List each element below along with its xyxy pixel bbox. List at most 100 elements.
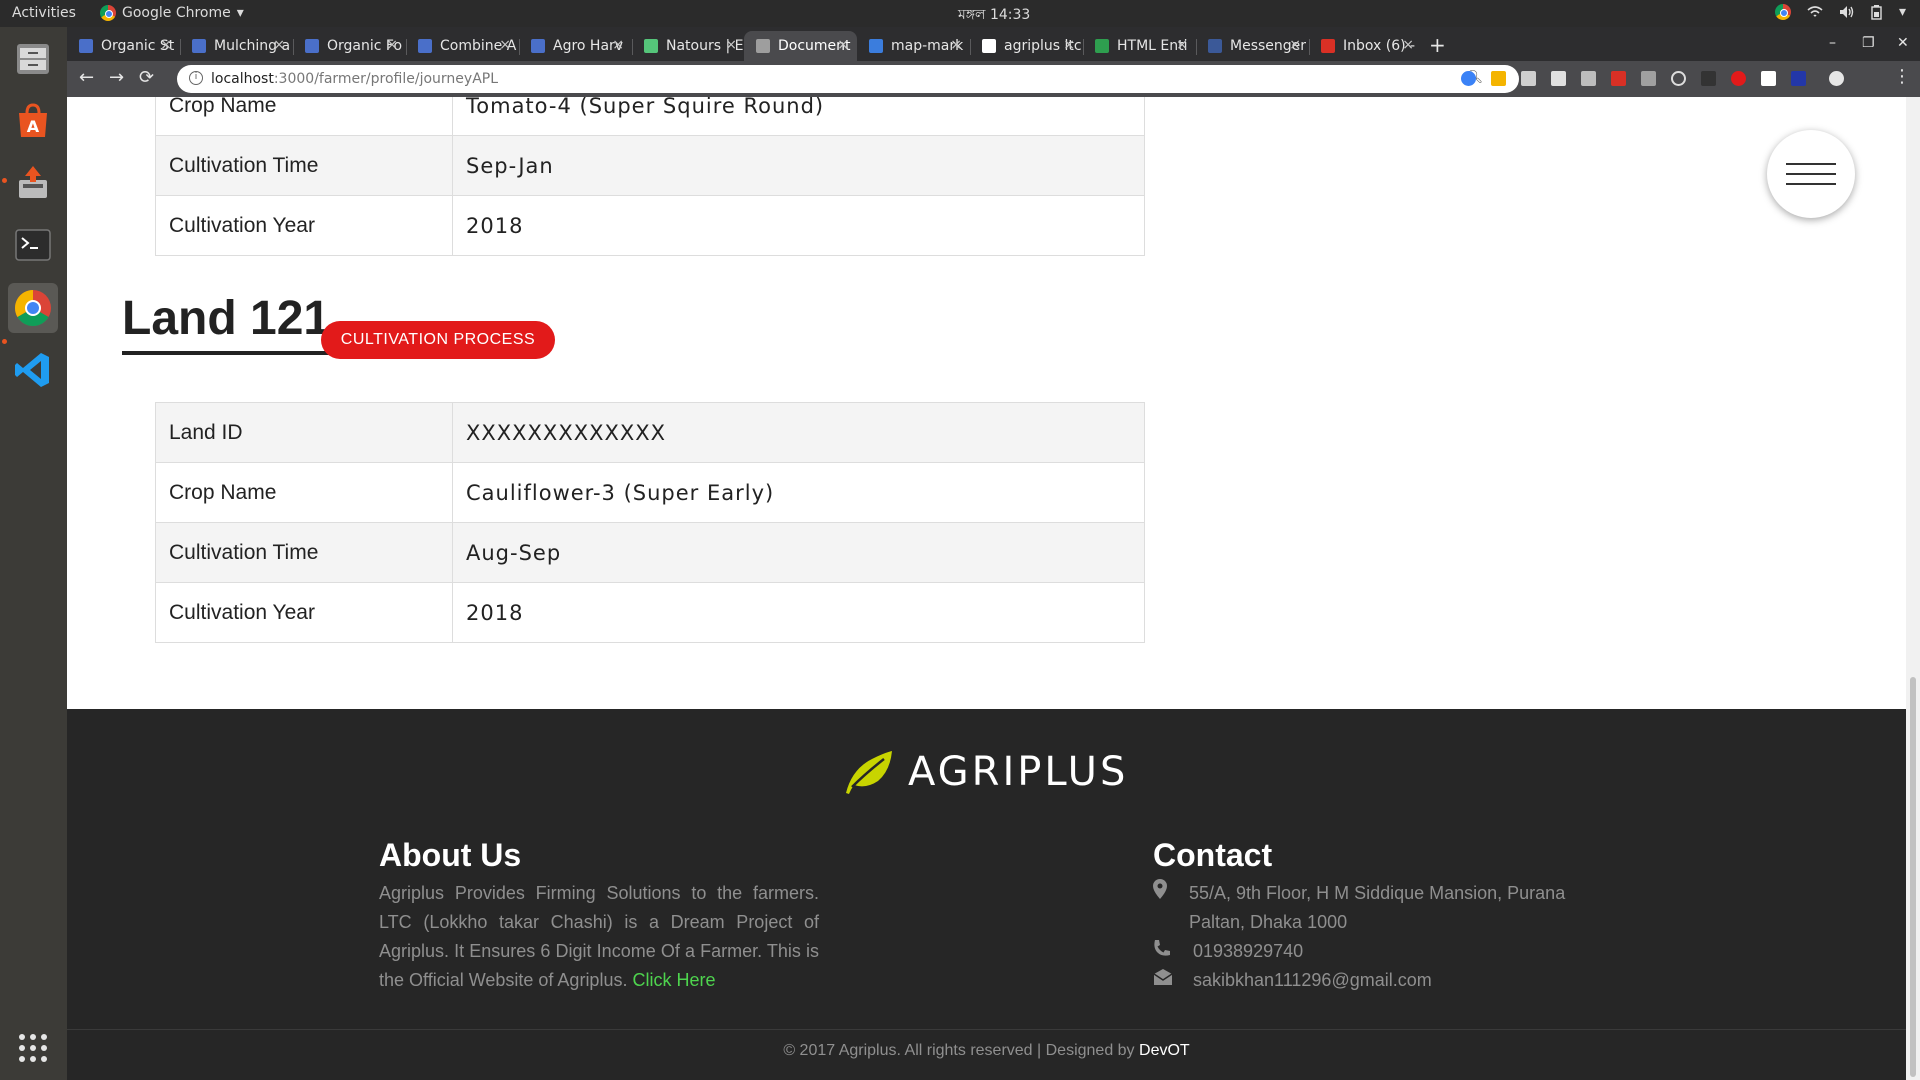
table-row: Crop Name Cauliflower-3 (Super Early) (155, 462, 1145, 523)
scrollbar-thumb[interactable] (1910, 677, 1916, 1077)
terminal-icon (15, 229, 51, 261)
forward-arrow-icon[interactable]: → (109, 67, 124, 88)
link-extension-icon[interactable] (1671, 71, 1686, 86)
contact-address: 55/A, 9th Floor, H M Siddique Mansion, P… (1153, 879, 1565, 937)
show-applications-button[interactable] (8, 1023, 58, 1073)
phone-number[interactable]: 01938929740 (1189, 937, 1303, 966)
email-address[interactable]: sakibkhan111296@gmail.com (1189, 966, 1432, 995)
close-icon[interactable]: × (1063, 37, 1075, 53)
extension-icon[interactable] (1581, 71, 1596, 86)
table-row: Cultivation Time Aug-Sep (155, 522, 1145, 583)
browser-tab[interactable]: Messenger × (1196, 31, 1309, 61)
row-value: Aug-Sep (452, 522, 1145, 583)
row-label: Cultivation Time (155, 522, 453, 583)
vscode-launcher[interactable] (8, 345, 58, 395)
google-icon (982, 39, 996, 53)
browser-tab[interactable]: Agro Harv × (519, 31, 632, 61)
profile-avatar[interactable] (1829, 71, 1844, 86)
extension-icon[interactable] (1491, 71, 1506, 86)
browser-tab[interactable]: Document × (744, 31, 857, 61)
installer-launcher[interactable] (8, 157, 58, 207)
close-icon[interactable]: × (1176, 37, 1188, 53)
chrome-tray-icon[interactable] (1774, 4, 1791, 20)
browser-tab[interactable]: Organic St × (67, 31, 180, 61)
browser-tab[interactable]: Natours | E × (632, 31, 745, 61)
close-icon[interactable]: × (612, 37, 624, 53)
close-icon[interactable]: × (386, 37, 398, 53)
vscode-icon (15, 353, 49, 387)
close-icon[interactable]: × (1289, 37, 1301, 53)
extension-icon[interactable] (1611, 71, 1626, 86)
info-icon[interactable]: i (189, 71, 203, 85)
flag-icon (869, 39, 883, 53)
table-row: Cultivation Time Sep-Jan (155, 135, 1145, 196)
wifi-icon[interactable] (1807, 5, 1823, 19)
site-footer: AGRIPLUS About Us Agriplus Provides Firm… (67, 709, 1906, 1080)
browser-tab[interactable]: map-mark × (857, 31, 970, 61)
files-launcher[interactable] (8, 33, 58, 83)
extension-icon[interactable] (1791, 71, 1806, 86)
battery-icon[interactable] (1871, 4, 1883, 20)
clock[interactable]: মঙ্গল 14:33 (958, 3, 1030, 27)
browser-tab[interactable]: Inbox (6) - × (1309, 31, 1422, 61)
chrome-launcher[interactable] (8, 283, 58, 333)
address-bar[interactable]: i localhost:3000/farmer/profile/journeyA… (177, 65, 1519, 93)
chrome-icon (100, 5, 116, 21)
w3-icon (531, 39, 545, 53)
usb-drive-icon (19, 166, 47, 198)
activities-button[interactable]: Activities (12, 5, 76, 21)
footer-divider (67, 1029, 1906, 1030)
browser-tab[interactable]: Combine A × (406, 31, 519, 61)
contact-email: sakibkhan111296@gmail.com (1153, 966, 1432, 995)
row-label: Cultivation Year (155, 582, 453, 643)
volume-icon[interactable] (1839, 5, 1855, 19)
click-here-link[interactable]: Click Here (632, 970, 715, 990)
row-value: Sep-Jan (452, 135, 1145, 196)
w3-icon (418, 39, 432, 53)
close-icon[interactable]: × (160, 37, 172, 53)
app-grid-icon (19, 1034, 47, 1062)
address-text: 55/A, 9th Floor, H M Siddique Mansion, P… (1189, 879, 1565, 937)
back-arrow-icon[interactable]: ← (79, 67, 94, 88)
software-launcher[interactable]: A (8, 96, 58, 146)
extension-icon[interactable] (1701, 71, 1716, 86)
address-line-2: Paltan, Dhaka 1000 (1189, 912, 1348, 932)
camera-extension-icon[interactable] (1521, 71, 1536, 86)
hamburger-menu-button[interactable] (1767, 130, 1855, 218)
close-window-button[interactable]: ✕ (1897, 35, 1909, 51)
extension-icon[interactable] (1551, 71, 1566, 86)
cultivation-process-button[interactable]: CULTIVATION PROCESS (321, 321, 555, 359)
chevron-down-icon[interactable]: ▾ (1899, 4, 1906, 20)
row-value: Cauliflower-3 (Super Early) (452, 462, 1145, 523)
app-menu[interactable]: Google Chrome ▾ (100, 5, 244, 21)
close-icon[interactable]: × (725, 37, 737, 53)
close-icon[interactable]: × (1402, 37, 1414, 53)
minimize-button[interactable]: – (1829, 35, 1836, 51)
terminal-launcher[interactable] (8, 220, 58, 270)
extension-icon[interactable] (1731, 71, 1746, 86)
menu-line (1786, 173, 1836, 175)
extension-icon[interactable] (1461, 71, 1476, 86)
browser-toolbar: ← → ⟳ i localhost:3000/farmer/profile/jo… (67, 61, 1920, 97)
contact-title: Contact (1153, 837, 1273, 873)
new-tab-button[interactable]: + (1429, 33, 1446, 57)
extension-icon[interactable] (1761, 71, 1776, 86)
close-icon[interactable]: × (273, 37, 285, 53)
designer-link[interactable]: DevOT (1139, 1042, 1190, 1059)
more-menu-icon[interactable]: ⋮ (1893, 66, 1911, 87)
close-icon[interactable]: × (950, 37, 962, 53)
page-scrollbar[interactable] (1906, 97, 1920, 1080)
row-label: Land ID (155, 402, 453, 463)
brand-logo[interactable]: AGRIPLUS (842, 749, 1128, 795)
extension-icon[interactable] (1641, 71, 1656, 86)
system-tray[interactable]: ▾ (1774, 4, 1906, 20)
reload-icon[interactable]: ⟳ (139, 67, 154, 88)
close-icon[interactable]: × (499, 37, 511, 53)
browser-tab[interactable]: agriplus ltc × (970, 31, 1083, 61)
close-icon[interactable]: × (837, 37, 849, 53)
maximize-button[interactable]: ❐ (1862, 35, 1875, 51)
map-marker-icon (1153, 879, 1189, 937)
browser-tab[interactable]: HTML Enti × (1083, 31, 1196, 61)
browser-tab[interactable]: Organic Fo × (293, 31, 406, 61)
browser-tab[interactable]: Mulching a × (180, 31, 293, 61)
